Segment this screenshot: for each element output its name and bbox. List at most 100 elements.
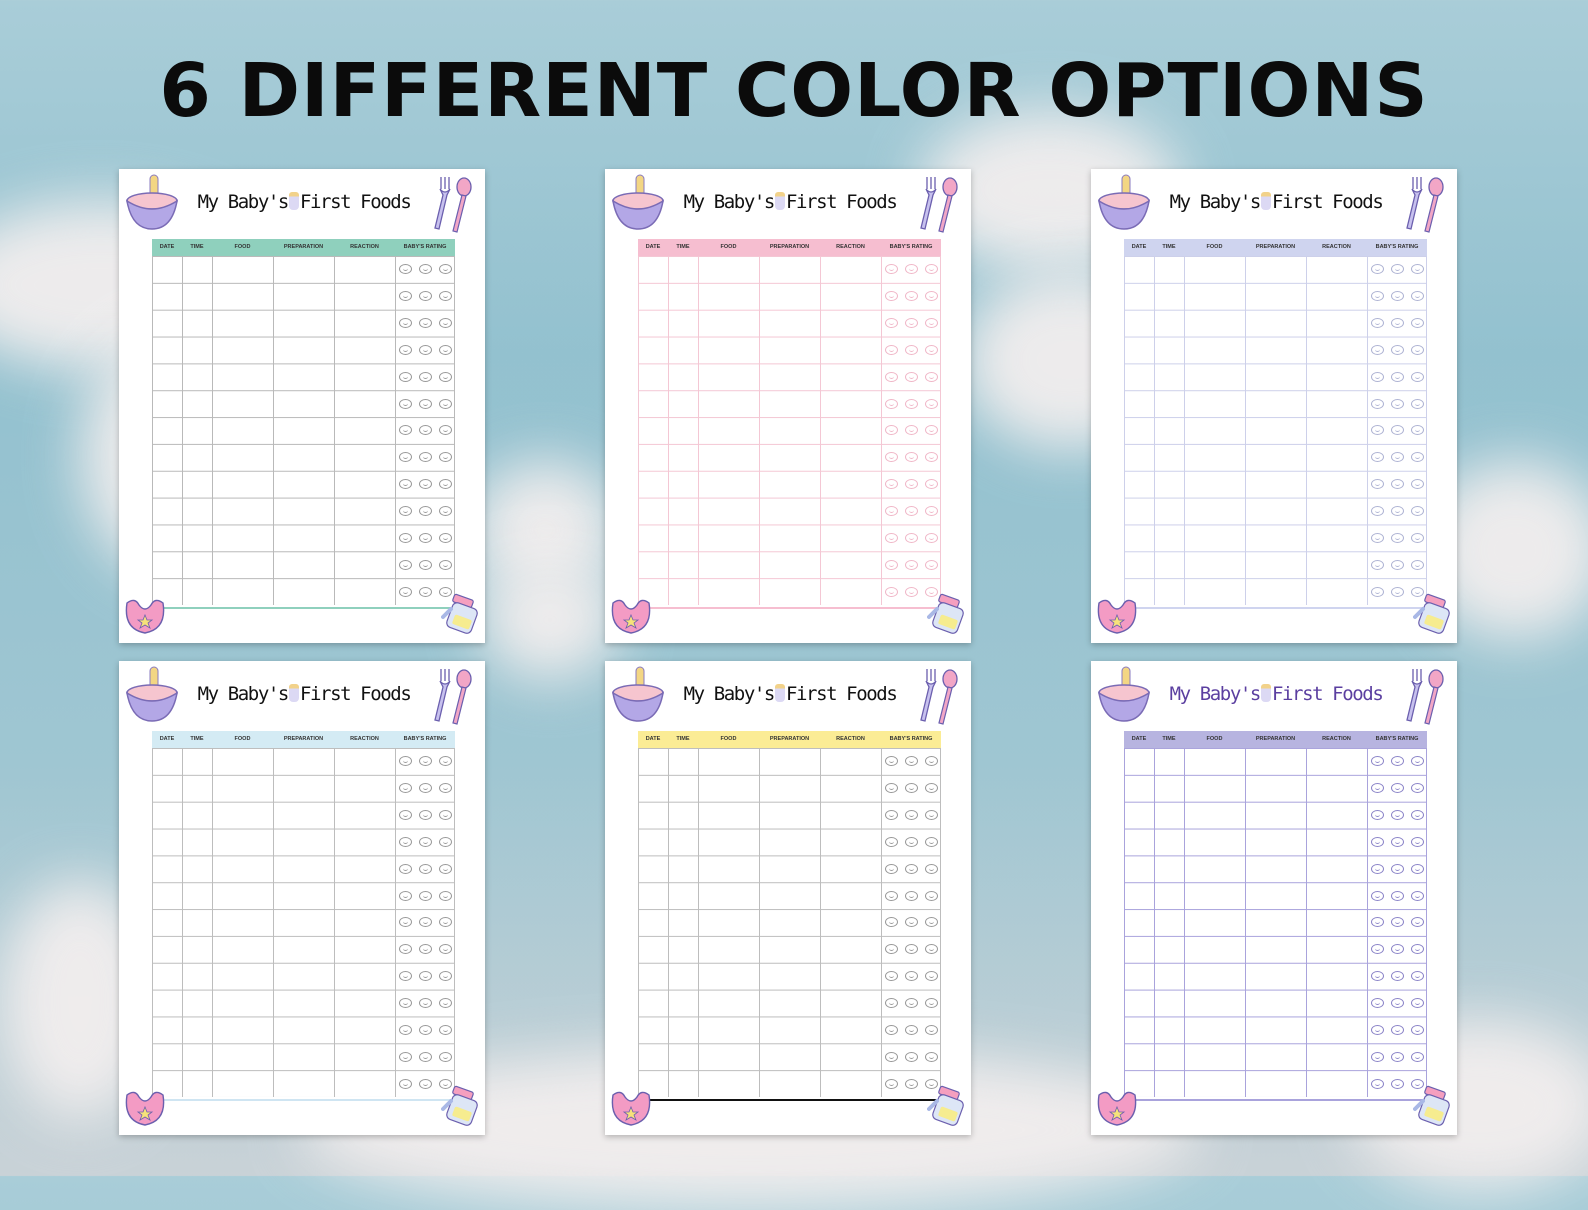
column-header: FOOD xyxy=(1206,736,1223,742)
baby-face-icon xyxy=(1390,836,1404,847)
baby-face-icon xyxy=(1410,264,1424,275)
column-header: PREPARATION xyxy=(283,244,324,250)
rating-row xyxy=(1367,256,1427,283)
column-header: PREPARATION xyxy=(769,244,810,250)
column-divider xyxy=(1306,256,1307,605)
baby-face-icon xyxy=(418,756,432,767)
column-divider xyxy=(273,748,274,1097)
rating-row xyxy=(1367,498,1427,525)
food-log-table: DATE TIME FOOD PREPARATION REACTION BABY'S RA… xyxy=(1124,731,1427,1101)
baby-face-icon xyxy=(904,291,918,302)
baby-face-icon xyxy=(1390,371,1404,382)
rating-row xyxy=(881,310,941,337)
baby-face-icon xyxy=(1390,291,1404,302)
rating-row xyxy=(395,256,455,283)
baby-face-icon xyxy=(1390,532,1404,543)
column-divider xyxy=(152,256,153,605)
column-header: PREPARATION xyxy=(769,736,810,742)
bib-icon xyxy=(611,599,651,634)
baby-face-icon xyxy=(418,1024,432,1035)
sheet-title: My Baby's First Foods xyxy=(1161,683,1391,705)
baby-face-icon xyxy=(398,506,412,517)
column-divider xyxy=(1184,256,1185,605)
rating-row xyxy=(1367,829,1427,856)
column-header: BABY'S RATING xyxy=(889,244,933,250)
column-divider xyxy=(152,748,153,1097)
baby-face-icon xyxy=(1390,863,1404,874)
baby-face-icon xyxy=(884,264,898,275)
baby-face-icon xyxy=(438,291,452,302)
fork-spoon-icon xyxy=(920,669,958,725)
rating-row xyxy=(1367,471,1427,498)
table-header: DATE TIME FOOD PREPARATION REACTION BABY'S RA… xyxy=(1124,731,1427,748)
bowl-icon xyxy=(125,174,179,230)
column-header: FOOD xyxy=(1206,244,1223,250)
baby-face-icon xyxy=(924,532,938,543)
rating-row xyxy=(1367,337,1427,364)
rating-row xyxy=(1367,936,1427,963)
column-divider xyxy=(638,748,639,1097)
baby-face-icon xyxy=(1370,559,1384,570)
baby-face-icon xyxy=(904,452,918,463)
column-divider xyxy=(698,256,699,605)
baby-face-icon xyxy=(438,425,452,436)
baby-face-icon xyxy=(1370,479,1384,490)
baby-face-icon xyxy=(884,944,898,955)
baby-face-icon xyxy=(418,1051,432,1062)
baby-face-icon xyxy=(1370,371,1384,382)
baby-face-icon xyxy=(438,863,452,874)
baby-face-icon xyxy=(924,344,938,355)
baby-face-icon xyxy=(418,291,432,302)
rating-row xyxy=(881,390,941,417)
column-header: DATE xyxy=(1131,736,1147,742)
baby-face-icon xyxy=(904,783,918,794)
rating-row xyxy=(881,1043,941,1070)
baby-face-icon xyxy=(884,917,898,928)
baby-face-icon xyxy=(398,890,412,901)
baby-face-icon xyxy=(438,559,452,570)
column-divider xyxy=(1184,748,1185,1097)
baby-face-icon xyxy=(1370,586,1384,597)
column-divider xyxy=(182,256,183,605)
rating-row xyxy=(881,802,941,829)
column-header: TIME xyxy=(676,736,690,742)
sheet-title: My Baby's First Foods xyxy=(675,191,905,213)
food-log-table: DATE TIME FOOD PREPARATION REACTION BABY'S RA… xyxy=(638,239,941,609)
rating-row xyxy=(881,936,941,963)
fork-spoon-icon xyxy=(1406,669,1444,725)
baby-face-icon xyxy=(904,506,918,517)
baby-face-icon xyxy=(1390,452,1404,463)
table-header: DATE TIME FOOD PREPARATION REACTION BABY'S RA… xyxy=(1124,239,1427,256)
column-header: REACTION xyxy=(350,244,379,250)
column-header: DATE xyxy=(159,736,175,742)
headline: 6 DIFFERENT COLOR OPTIONS xyxy=(159,48,1429,134)
sheet-title: My Baby's First Foods xyxy=(1161,191,1391,213)
baby-face-icon xyxy=(884,998,898,1009)
baby-face-icon xyxy=(1410,998,1424,1009)
baby-face-icon xyxy=(1370,863,1384,874)
baby-face-icon xyxy=(1410,318,1424,329)
baby-face-icon xyxy=(398,836,412,847)
baby-face-icon xyxy=(398,756,412,767)
baby-face-icon xyxy=(884,452,898,463)
baby-face-icon xyxy=(884,371,898,382)
baby-face-icon xyxy=(924,756,938,767)
baby-face-icon xyxy=(418,371,432,382)
rating-row xyxy=(881,909,941,936)
baby-face-icon xyxy=(438,971,452,982)
baby-face-icon xyxy=(438,479,452,490)
rating-row xyxy=(1367,363,1427,390)
rating-row xyxy=(1367,855,1427,882)
column-divider xyxy=(1154,256,1155,605)
column-header: TIME xyxy=(190,736,204,742)
title-part-2: First Foods xyxy=(785,191,898,213)
baby-face-icon xyxy=(1390,425,1404,436)
rating-row xyxy=(1367,551,1427,578)
baby-face-icon xyxy=(418,318,432,329)
baby-face-icon xyxy=(904,944,918,955)
rating-faces xyxy=(881,256,941,605)
bib-icon xyxy=(1097,599,1137,634)
rating-row xyxy=(1367,748,1427,775)
rating-row xyxy=(881,855,941,882)
baby-face-icon xyxy=(438,1051,452,1062)
